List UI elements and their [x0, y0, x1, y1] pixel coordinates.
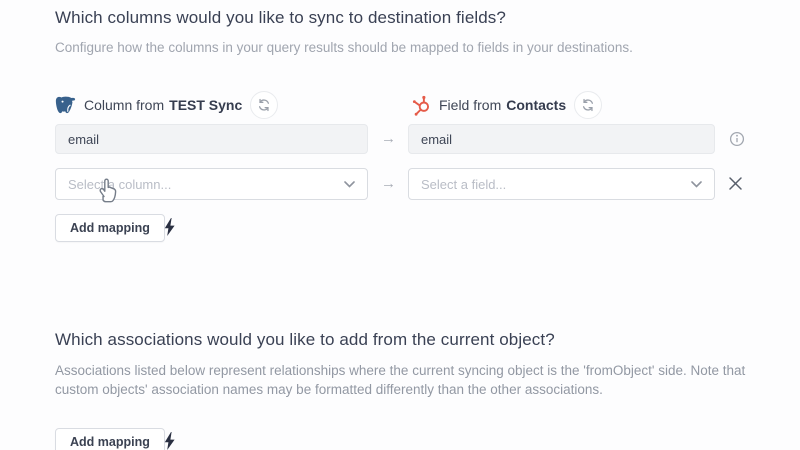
- destination-field-value-input[interactable]: [408, 124, 715, 154]
- mappings-section-subtitle: Configure how the columns in your query …: [55, 40, 633, 55]
- arrow-right-icon: →: [381, 131, 396, 146]
- destination-header-name: Contacts: [506, 97, 566, 113]
- chevron-down-icon: [691, 181, 702, 188]
- refresh-source-columns-button[interactable]: [250, 91, 278, 119]
- source-column-select[interactable]: Select a column...: [55, 168, 368, 200]
- sync-configuration-page: Which columns would you like to sync to …: [0, 0, 800, 450]
- source-column-value-input[interactable]: [55, 124, 368, 154]
- source-column-select-placeholder: Select a column...: [68, 177, 171, 192]
- lightning-bolt-icon[interactable]: [164, 218, 175, 241]
- destination-field-select-placeholder: Select a field...: [421, 177, 506, 192]
- associations-description: Associations listed below represent rela…: [55, 361, 755, 399]
- add-association-mapping-button[interactable]: Add mapping: [55, 428, 165, 450]
- close-icon: [728, 176, 743, 191]
- destination-header-prefix: Field from: [439, 97, 501, 113]
- source-header-label: Column from TEST Sync: [84, 97, 242, 113]
- postgres-icon: [55, 95, 76, 116]
- refresh-icon: [257, 98, 271, 112]
- hubspot-icon: [412, 95, 431, 116]
- refresh-icon: [581, 98, 595, 112]
- lightning-bolt-icon[interactable]: [164, 432, 175, 450]
- destination-field-select[interactable]: Select a field...: [408, 168, 715, 200]
- remove-mapping-button[interactable]: [728, 176, 743, 191]
- chevron-down-icon: [344, 181, 355, 188]
- source-header-name: TEST Sync: [169, 97, 242, 113]
- source-header-prefix: Column from: [84, 97, 164, 113]
- mappings-section-title: Which columns would you like to sync to …: [55, 8, 506, 28]
- arrow-right-icon: →: [381, 176, 396, 191]
- add-mapping-button[interactable]: Add mapping: [55, 214, 165, 242]
- refresh-destination-fields-button[interactable]: [574, 91, 602, 119]
- destination-field-header: Field from Contacts: [412, 90, 602, 120]
- source-column-header: Column from TEST Sync: [55, 90, 278, 120]
- info-icon[interactable]: [729, 131, 745, 147]
- destination-header-label: Field from Contacts: [439, 97, 566, 113]
- associations-section-title: Which associations would you like to add…: [55, 330, 555, 350]
